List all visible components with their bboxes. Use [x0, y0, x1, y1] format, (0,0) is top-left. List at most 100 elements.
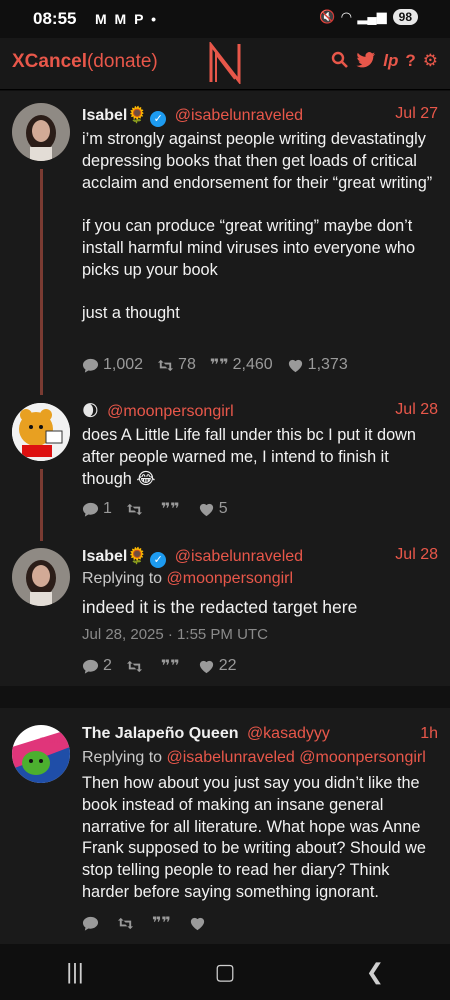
status-bar: 08:55 M M P • 🔇 ◠ ▂▄▆ 98 [0, 0, 450, 38]
retweet-stat[interactable] [126, 501, 147, 518]
brand-name: XCancel [12, 51, 87, 72]
reply-to-handle[interactable]: @moonpersongirl [167, 570, 294, 587]
tweet-text: Then how about you just say you didn’t l… [82, 774, 426, 901]
tweet-stats: ❞❞ [82, 913, 210, 933]
nitter-logo-icon[interactable] [206, 42, 244, 84]
retweet-count: 78 [178, 356, 196, 373]
username[interactable]: @isabelunraveled [175, 548, 303, 565]
tweet-item[interactable]: *Panic* The Jalapeño Queen @kasadyyy 1h … [0, 713, 450, 944]
avatar[interactable]: *Panic* [12, 725, 70, 783]
heart-icon [199, 503, 213, 516]
username[interactable]: @moonpersongirl [107, 403, 234, 420]
wifi-icon: ◠ [341, 9, 352, 24]
app-header: XCancel(donate) lp ? ⚙ [0, 38, 450, 90]
tweet-date[interactable]: Jul 27 [395, 105, 438, 123]
tweet-item[interactable]: 🌒 @moonpersongirl Jul 28 does A Little L… [0, 391, 450, 541]
retweet-icon [157, 359, 174, 371]
reply-count: 2 [103, 657, 112, 674]
verified-icon: ✓ [150, 111, 167, 127]
reply-count: 1 [103, 500, 112, 517]
replying-to: Replying to @isabelunraveled @moonperson… [82, 749, 426, 767]
heart-icon [190, 917, 204, 930]
quote-icon: ❞❞ [209, 357, 229, 374]
username[interactable]: @isabelunraveled [175, 107, 303, 124]
status-right: 🔇 ◠ ▂▄▆ 98 [319, 9, 418, 25]
heart-icon [288, 359, 302, 372]
gear-icon[interactable]: ⚙ [423, 51, 438, 71]
like-stat[interactable] [189, 915, 210, 932]
username[interactable]: @kasadyyy [247, 725, 330, 742]
quote-icon: ❞❞ [152, 915, 171, 932]
tweet-date[interactable]: Jul 28 [395, 546, 438, 564]
like-stat[interactable]: 5 [198, 500, 228, 518]
comment-icon [82, 916, 99, 931]
thread-line [40, 169, 43, 395]
verified-icon: ✓ [150, 552, 167, 568]
comment-icon [82, 502, 99, 517]
avatar[interactable] [12, 103, 70, 161]
like-count: 5 [218, 500, 228, 517]
tweet-stats: 1,002 78 ❞❞ 2,460 1,373 [82, 355, 348, 375]
tweet-item[interactable]: Isabel🌻 ✓ @isabelunraveled Jul 27 i’m str… [0, 91, 450, 395]
avatar[interactable] [12, 403, 70, 461]
quote-count: 2,460 [232, 356, 273, 373]
svg-text:*Panic*: *Panic* [40, 736, 69, 745]
back-icon[interactable]: ❮ [345, 959, 405, 985]
display-name[interactable]: Isabel [82, 107, 127, 124]
donate-link[interactable]: (donate) [87, 51, 158, 72]
like-count: 1,373 [307, 356, 348, 373]
battery-indicator: 98 [392, 9, 418, 25]
recent-apps-icon[interactable]: ||| [45, 959, 105, 985]
reply-stat[interactable]: 1,002 [82, 356, 143, 374]
home-icon[interactable]: ▢ [195, 959, 255, 985]
like-count: 22 [218, 657, 237, 674]
retweet-icon [126, 660, 142, 672]
reply-label: Replying to [82, 570, 163, 587]
heart-icon [199, 660, 213, 673]
reply-stat[interactable]: 1 [82, 500, 112, 518]
retweet-icon [117, 917, 134, 929]
rss-icon[interactable]: lp [383, 51, 398, 71]
retweet-stat[interactable]: 78 [157, 356, 196, 374]
retweet-stat[interactable] [126, 658, 147, 675]
status-time: 08:55 [33, 9, 77, 28]
display-name[interactable]: Isabel [82, 548, 127, 565]
tweet-date[interactable]: 1h [420, 725, 438, 743]
timeline: Isabel🌻 ✓ @isabelunraveled Jul 27 i’m str… [0, 91, 450, 944]
quote-stat[interactable]: ❞❞ [152, 913, 175, 933]
replying-to: Replying to @moonpersongirl [82, 570, 293, 588]
tweet-header: Isabel🌻 ✓ @isabelunraveled Jul 27 [82, 105, 438, 127]
avatar[interactable] [12, 548, 70, 606]
brand-link[interactable]: XCancel(donate) [12, 51, 158, 73]
like-stat[interactable]: 22 [198, 657, 237, 675]
header-actions: lp ? ⚙ [331, 51, 438, 71]
reply-stat[interactable] [82, 915, 103, 932]
thread-line [40, 469, 43, 541]
tweet-stats: 1 ❞❞ 5 [82, 499, 228, 519]
help-icon[interactable]: ? [405, 51, 415, 71]
tweet-header: 🌒 @moonpersongirl Jul 28 [82, 401, 438, 421]
retweet-icon [126, 503, 142, 515]
tweet-text: i’m strongly against people writing deva… [82, 130, 433, 323]
comment-icon [82, 358, 99, 373]
quote-icon: ❞❞ [160, 658, 180, 675]
tweet-date[interactable]: Jul 28 [395, 401, 438, 419]
tweet-item[interactable]: Isabel🌻 ✓ @isabelunraveled Jul 28 Replyin… [0, 536, 450, 686]
search-icon[interactable] [331, 51, 349, 69]
quote-stat[interactable]: ❞❞ [161, 499, 184, 519]
quote-stat[interactable]: ❞❞ [161, 656, 184, 676]
retweet-stat[interactable] [117, 915, 138, 932]
quote-stat[interactable]: ❞❞ 2,460 [210, 355, 273, 375]
reply-to-handle[interactable]: @isabelunraveled @moonpersongirl [167, 749, 426, 766]
notification-icons: M M P • [95, 11, 158, 27]
reply-stat[interactable]: 2 [82, 657, 112, 675]
twitter-bird-icon[interactable] [356, 51, 376, 69]
reply-count: 1,002 [103, 356, 144, 373]
tweet-header: The Jalapeño Queen @kasadyyy 1h [82, 725, 438, 743]
display-name[interactable]: The Jalapeño Queen [82, 725, 238, 742]
quote-icon: ❞❞ [160, 501, 180, 518]
tweet-timestamp[interactable]: Jul 28, 2025 · 1:55 PM UTC [82, 626, 268, 643]
comment-icon [82, 659, 99, 674]
like-stat[interactable]: 1,373 [287, 356, 348, 374]
signal-icon: ▂▄▆ [357, 9, 387, 24]
